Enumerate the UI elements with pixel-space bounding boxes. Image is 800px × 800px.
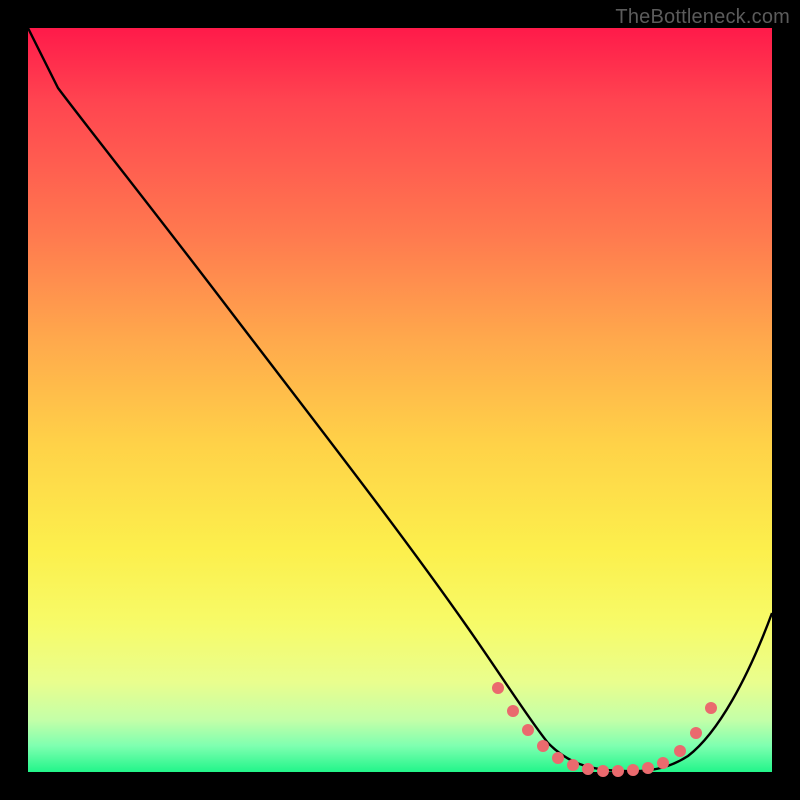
chart-plot-area xyxy=(28,28,772,772)
watermark-text: TheBottleneck.com xyxy=(615,6,790,29)
chart-svg xyxy=(28,28,772,772)
chart-stage: TheBottleneck.com xyxy=(0,0,800,800)
flat-region-dots xyxy=(492,682,717,777)
curve-path xyxy=(28,28,772,771)
